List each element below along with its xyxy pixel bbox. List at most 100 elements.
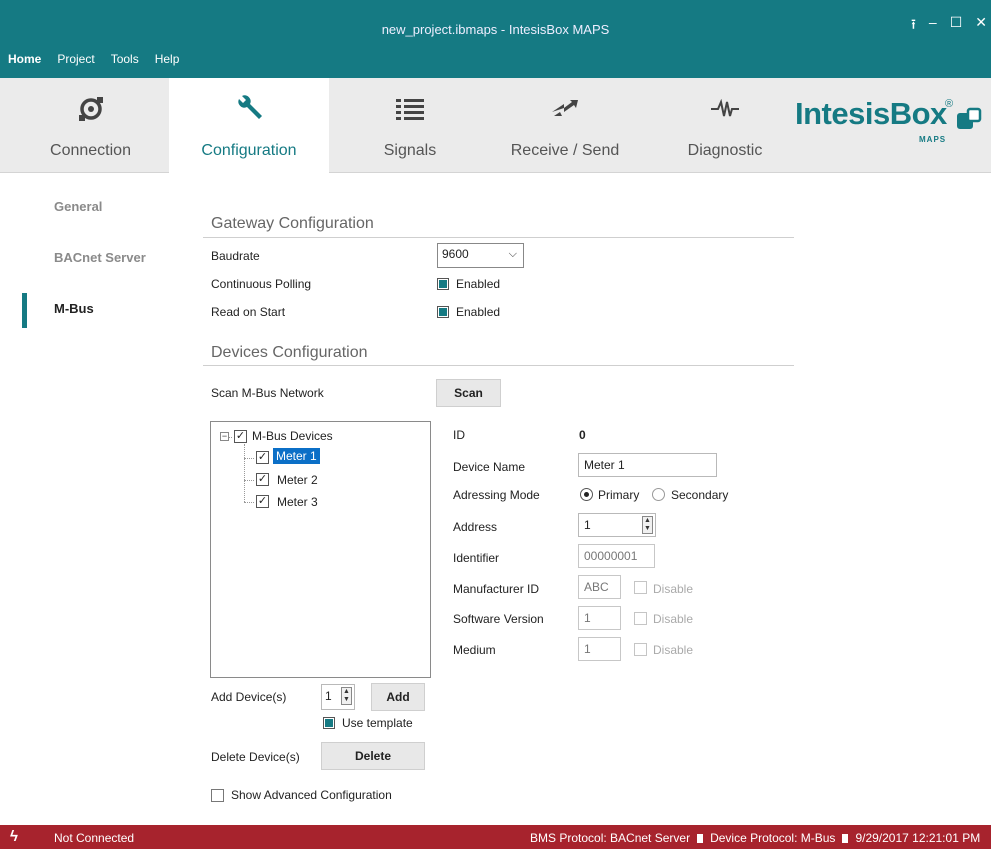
title-bar: new_project.ibmaps - IntesisBox MAPS ⭱ –… — [0, 0, 991, 78]
datetime-text: 9/29/2017 12:21:01 PM — [855, 831, 981, 845]
baudrate-value: 9600 — [442, 247, 469, 261]
tab-receive-send[interactable]: Receive / Send — [490, 78, 640, 173]
tab-label: Connection — [50, 142, 131, 159]
spinner-icon[interactable]: ▲ ▼ — [642, 516, 653, 534]
add-devices-label: Add Device(s) — [211, 690, 287, 704]
advanced-config-checkbox[interactable] — [211, 789, 224, 802]
identifier-field[interactable]: 00000001 — [578, 544, 655, 568]
continuous-polling-value: Enabled — [456, 277, 501, 291]
list-icon — [345, 94, 475, 124]
menu-project[interactable]: Project — [49, 52, 102, 66]
section-divider — [203, 365, 794, 366]
brand-registered: ® — [945, 98, 954, 110]
menu-bar: Home Project Tools Help — [0, 52, 187, 66]
separator-icon — [697, 834, 704, 843]
medium-label: Medium — [453, 643, 496, 657]
window-title: new_project.ibmaps - IntesisBox MAPS — [381, 22, 610, 37]
advanced-config-label: Show Advanced Configuration — [231, 788, 392, 802]
tab-label: Configuration — [201, 142, 297, 159]
manufacturer-id-field[interactable]: ABC — [578, 575, 621, 599]
manufacturer-id-label: Manufacturer ID — [453, 582, 540, 596]
menu-home[interactable]: Home — [0, 52, 49, 66]
close-button[interactable]: ✕ — [975, 14, 987, 38]
tree-item[interactable]: Meter 1 — [273, 448, 320, 464]
device-protocol-text: Device Protocol: M-Bus — [710, 831, 836, 845]
software-version-label: Software Version — [453, 612, 544, 626]
tree-connector — [244, 480, 254, 481]
tab-connection[interactable]: Connection — [28, 78, 153, 173]
protocol-status: BMS Protocol: BACnet Server Device Protoc… — [530, 831, 980, 845]
minimize-button[interactable]: – — [929, 14, 937, 38]
maximize-button[interactable]: ☐ — [950, 14, 963, 38]
tree-item-checkbox[interactable]: ✓ — [256, 495, 269, 508]
spinner-icon[interactable]: ▲ ▼ — [341, 687, 352, 705]
sidebar-item-m-bus[interactable]: M-Bus — [54, 301, 94, 316]
brand-logo-icon — [956, 107, 982, 134]
baudrate-select[interactable]: 9600 ⌵ — [437, 243, 524, 268]
id-label: ID — [453, 428, 465, 442]
continuous-polling-label: Continuous Polling — [211, 277, 312, 291]
devices-section-title: Devices Configuration — [211, 344, 368, 361]
manufacturer-disable-checkbox[interactable] — [634, 581, 647, 594]
tree-root-label[interactable]: M-Bus Devices — [252, 429, 333, 443]
read-on-start-label: Read on Start — [211, 305, 286, 319]
brand-logo-text: IntesisBox — [795, 96, 947, 131]
secondary-radio-label: Secondary — [671, 488, 729, 502]
gateway-section-title: Gateway Configuration — [211, 215, 374, 232]
waveform-icon — [660, 94, 790, 124]
device-tree[interactable]: − ✓ M-Bus Devices ✓ Meter 1 ✓ Meter 2 ✓ … — [210, 421, 431, 678]
address-label: Address — [453, 520, 498, 534]
brand-subtitle: MAPS — [919, 135, 947, 144]
tree-item[interactable]: Meter 2 — [277, 473, 318, 487]
disconnected-plug-icon: ϟ — [10, 828, 18, 845]
address-value: 1 — [584, 518, 591, 532]
scan-button[interactable]: Scan — [436, 379, 501, 407]
use-template-checkbox[interactable] — [323, 717, 335, 729]
upload-icon[interactable]: ⭱ — [911, 14, 916, 38]
device-name-label: Device Name — [453, 460, 526, 474]
transfer-icon — [490, 94, 640, 124]
window-controls: ⭱ – ☐ ✕ — [911, 14, 987, 38]
software-version-field[interactable]: 1 — [578, 606, 621, 630]
sidebar-item-bacnet-server[interactable]: BACnet Server — [54, 250, 146, 265]
tree-connector — [244, 444, 245, 502]
medium-disable-checkbox[interactable] — [634, 643, 647, 656]
medium-field[interactable]: 1 — [578, 637, 621, 661]
tab-signals[interactable]: Signals — [345, 78, 475, 173]
delete-button[interactable]: Delete — [321, 742, 425, 770]
baudrate-label: Baudrate — [211, 249, 260, 263]
add-count-stepper[interactable]: 1 ▲ ▼ — [321, 684, 355, 710]
separator-icon — [842, 834, 849, 843]
secondary-radio[interactable] — [652, 488, 665, 501]
software-disable-checkbox[interactable] — [634, 612, 647, 625]
tree-item-checkbox[interactable]: ✓ — [256, 451, 269, 464]
read-on-start-checkbox[interactable] — [437, 306, 449, 318]
wrench-icon — [169, 94, 329, 124]
primary-radio-label: Primary — [598, 488, 640, 502]
add-count-value: 1 — [325, 689, 332, 703]
tab-diagnostic[interactable]: Diagnostic — [660, 78, 790, 173]
collapse-icon[interactable]: − — [220, 432, 229, 441]
sidebar-item-general[interactable]: General — [54, 199, 102, 214]
tree-item-checkbox[interactable]: ✓ — [256, 473, 269, 486]
continuous-polling-checkbox[interactable] — [437, 278, 449, 290]
connection-icon — [28, 94, 153, 124]
sidebar-active-indicator — [22, 293, 27, 328]
tree-item[interactable]: Meter 3 — [277, 495, 318, 509]
menu-tools[interactable]: Tools — [103, 52, 147, 66]
add-button[interactable]: Add — [371, 683, 425, 711]
id-value: 0 — [579, 428, 586, 442]
bms-protocol-text: BMS Protocol: BACnet Server — [530, 831, 691, 845]
disable-label: Disable — [653, 582, 694, 596]
tab-label: Signals — [383, 142, 437, 159]
use-template-label: Use template — [342, 716, 413, 730]
primary-radio[interactable] — [580, 488, 593, 501]
menu-help[interactable]: Help — [147, 52, 188, 66]
tree-item-label: Meter 1 — [273, 448, 320, 464]
delete-devices-label: Delete Device(s) — [211, 750, 300, 764]
tab-configuration[interactable]: Configuration — [169, 78, 329, 174]
device-name-field[interactable]: Meter 1 — [578, 453, 717, 477]
tree-root-checkbox[interactable]: ✓ — [234, 430, 247, 443]
address-stepper[interactable]: 1 ▲ ▼ — [578, 513, 656, 537]
section-divider — [203, 237, 794, 238]
